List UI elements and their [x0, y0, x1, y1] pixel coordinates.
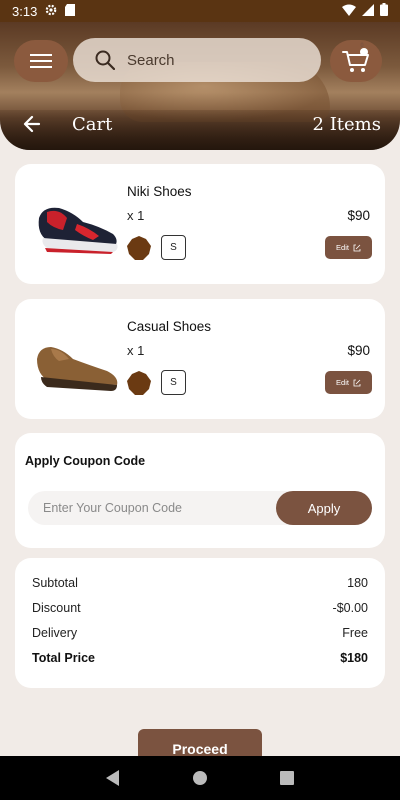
color-swatch[interactable]	[127, 371, 151, 395]
delivery-value: Free	[342, 626, 368, 640]
wifi-icon	[342, 4, 356, 19]
cart-header: Cart 2 Items	[0, 112, 400, 138]
total-value: $180	[340, 651, 368, 665]
edit-icon	[353, 379, 361, 386]
coupon-input[interactable]	[43, 491, 273, 525]
apply-coupon-button[interactable]: Apply	[276, 491, 372, 525]
subtotal-value: 180	[347, 576, 368, 590]
edit-label: Edit	[336, 378, 349, 387]
delivery-row: Delivery Free	[32, 626, 368, 640]
edit-label: Edit	[336, 243, 349, 252]
system-nav-bar	[0, 756, 400, 800]
item-name: Casual Shoes	[127, 319, 212, 334]
item-price: $90	[347, 208, 370, 223]
sneaker-image	[38, 207, 118, 254]
coupon-field-wrapper: Apply	[28, 491, 372, 525]
item-count: 2 Items	[312, 114, 381, 135]
price-summary-card: Subtotal 180 Discount -$0.00 Delivery Fr…	[15, 558, 385, 688]
total-row: Total Price $180	[32, 651, 368, 665]
signal-icon	[362, 3, 374, 19]
status-time: 3:13	[12, 3, 38, 19]
coupon-card: Apply Coupon Code Apply	[15, 433, 385, 548]
edit-icon	[353, 244, 361, 251]
item-price: $90	[347, 343, 370, 358]
settings-icon	[45, 4, 57, 19]
back-arrow-icon[interactable]	[22, 112, 42, 136]
edit-button[interactable]: Edit	[325, 236, 372, 259]
subtotal-row: Subtotal 180	[32, 576, 368, 590]
discount-row: Discount -$0.00	[32, 601, 368, 615]
sd-card-icon	[65, 3, 76, 19]
color-swatch[interactable]	[127, 236, 151, 260]
cart-item: Niki Shoes x 1 $90 S Edit	[15, 164, 385, 284]
recents-nav-icon[interactable]	[280, 771, 294, 785]
subtotal-label: Subtotal	[32, 576, 78, 590]
discount-label: Discount	[32, 601, 81, 615]
edit-button[interactable]: Edit	[325, 371, 372, 394]
item-quantity: x 1	[127, 208, 145, 223]
coupon-title: Apply Coupon Code	[25, 454, 146, 468]
size-option[interactable]: S	[161, 235, 186, 260]
cart-icon	[342, 48, 369, 72]
battery-icon	[380, 3, 388, 19]
home-nav-icon[interactable]	[192, 770, 208, 786]
status-bar: 3:13	[0, 0, 400, 22]
discount-value: -$0.00	[332, 601, 368, 615]
search-bar[interactable]	[73, 38, 321, 82]
menu-button[interactable]	[14, 40, 68, 82]
size-option[interactable]: S	[161, 370, 186, 395]
cart-item: Casual Shoes x 1 $90 S Edit	[15, 299, 385, 419]
search-icon	[95, 50, 115, 70]
delivery-label: Delivery	[32, 626, 78, 640]
item-quantity: x 1	[127, 343, 145, 358]
hamburger-icon	[30, 54, 52, 68]
cart-button[interactable]: 0	[330, 40, 382, 82]
page-title: Cart	[72, 114, 113, 135]
casual-shoe-image	[37, 347, 118, 391]
cart-badge: 0	[360, 43, 364, 49]
search-input[interactable]	[127, 51, 287, 69]
item-name: Niki Shoes	[127, 184, 192, 199]
total-label: Total Price	[32, 651, 95, 665]
back-nav-icon[interactable]	[106, 770, 120, 786]
